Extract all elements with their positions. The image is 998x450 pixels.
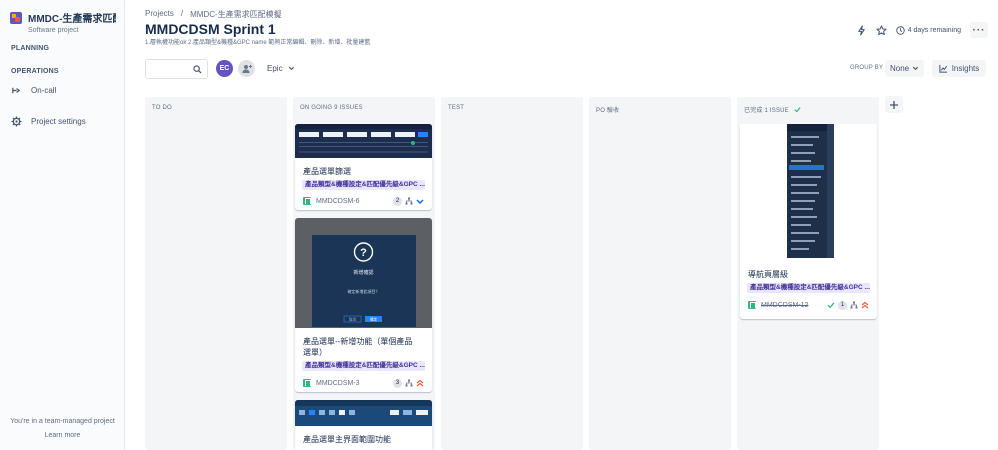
story-points: 1 xyxy=(838,300,847,310)
chevron-down-icon xyxy=(913,66,919,71)
learn-more-link[interactable]: Learn more xyxy=(0,432,125,439)
add-people-button[interactable] xyxy=(238,60,255,77)
project-logo-icon xyxy=(10,12,22,24)
card-title-line: 產品選單--新增功能（單個產品 xyxy=(303,337,413,346)
card-title: 產品選單主界面範圍功能 xyxy=(303,435,391,444)
project-type: Software project xyxy=(28,27,79,34)
column-title: TEST xyxy=(448,105,465,111)
story-icon xyxy=(303,379,311,387)
card-title: 產品選單--新增功能（單個產品 選單） xyxy=(303,336,412,358)
issue-card[interactable]: 產品選單主界面範圍功能 xyxy=(295,400,432,450)
story-points: 2 xyxy=(393,196,402,206)
svg-text:?: ? xyxy=(360,247,367,259)
on-call-icon xyxy=(12,87,21,93)
column-ongoing: ON GOING 9 ISSUES 產品選單篩選 產品類型&機種設定&匹配優先級… xyxy=(293,97,435,450)
sidebar-item-label: On-call xyxy=(31,85,57,95)
insights-label: Insights xyxy=(951,64,980,73)
epic-badge: 產品類型&機種設定&匹配優先級&GPC ... xyxy=(747,283,870,293)
story-points: 3 xyxy=(393,378,402,388)
breadcrumb-project[interactable]: MMDC-生產需求匹配模擬 xyxy=(190,9,282,20)
modal-title: 新增確認 xyxy=(353,269,373,276)
screenshot-thumbnail xyxy=(295,400,432,426)
insights-button[interactable]: Insights xyxy=(932,60,986,77)
group-by-label: GROUP BY xyxy=(850,65,884,71)
chart-line-icon xyxy=(939,64,947,73)
story-icon xyxy=(303,197,311,205)
modal-ok: 確定 xyxy=(370,317,378,322)
add-person-icon xyxy=(242,64,252,73)
clock-icon xyxy=(895,25,905,35)
priority-highest-icon xyxy=(416,379,424,387)
screenshot-thumbnail: ? 新增確認 確定新增此項目？ 取消 確定 xyxy=(295,218,432,328)
issue-key[interactable]: MMDCDSM-6 xyxy=(316,198,360,205)
plus-icon xyxy=(890,100,898,109)
issue-card[interactable]: 導航頁層級 產品類型&機種設定&匹配優先級&GPC ... MMDCDSM-12… xyxy=(740,124,877,319)
more-actions-button[interactable]: ··· xyxy=(970,22,988,38)
epic-filter-dropdown[interactable]: Epic xyxy=(262,61,300,76)
gear-icon xyxy=(11,115,22,127)
lightning-icon[interactable] xyxy=(856,24,867,36)
epic-badge: 產品類型&機種設定&匹配優先級&GPC ... xyxy=(302,361,425,371)
remaining-label: 4 days remaining xyxy=(907,26,961,34)
subtask-icon xyxy=(405,197,413,205)
column-todo: TO DO xyxy=(145,97,287,450)
card-title-line: 選單） xyxy=(303,348,327,357)
sprint-goal: 1.層執權功能ok 2.產品類型&機種&GPC name 範夠正常編輯、刪除、新… xyxy=(145,40,371,46)
column-test: TEST xyxy=(441,97,583,450)
time-remaining: 4 days remaining xyxy=(895,25,961,35)
card-footer: MMDCDSM-6 2 xyxy=(303,196,424,206)
screenshot-thumbnail xyxy=(295,124,432,158)
page-title: MMDCDSM Sprint 1 xyxy=(145,21,276,37)
modal-cancel: 取消 xyxy=(349,317,357,322)
sidebar-item-project-settings[interactable]: Project settings xyxy=(11,113,86,129)
sidebar-item-on-call[interactable]: On-call xyxy=(11,82,56,98)
check-icon xyxy=(794,107,801,113)
column-title: PO 驗收 xyxy=(596,108,620,114)
story-icon xyxy=(748,301,756,309)
group-by-value: None xyxy=(890,64,910,73)
epic-filter-label: Epic xyxy=(267,64,283,73)
check-icon xyxy=(827,302,835,309)
column-done: 已完成 1 ISSUE 導航頁層級 產品類型&機種設定&匹配優先級&GPC ..… xyxy=(737,97,879,450)
planning-heading[interactable]: PLANNING xyxy=(11,45,49,52)
epic-badge: 產品類型&機種設定&匹配優先級&GPC ... xyxy=(302,180,425,190)
column-po-acceptance: PO 驗收 xyxy=(589,97,731,450)
issue-key[interactable]: MMDCDSM-3 xyxy=(316,380,360,387)
avatar[interactable]: EC xyxy=(216,60,233,77)
sidebar-item-label: Project settings xyxy=(31,116,86,126)
card-title: 產品選單篩選 xyxy=(303,167,351,176)
column-title: 已完成 1 ISSUE xyxy=(744,108,789,114)
column-title: ON GOING 9 ISSUES xyxy=(300,105,363,111)
column-title: TO DO xyxy=(152,105,172,111)
breadcrumb: Projects / MMDC-生產需求匹配模擬 xyxy=(145,9,282,20)
search-input[interactable] xyxy=(145,59,208,79)
header-actions: 4 days remaining ··· xyxy=(856,22,988,38)
sidebar: MMDC-生產需求匹配模... Software project PLANNIN… xyxy=(0,0,125,450)
star-icon[interactable] xyxy=(876,24,887,36)
operations-heading: OPERATIONS xyxy=(11,68,59,75)
card-title: 導航頁層級 xyxy=(748,270,788,279)
priority-highest-icon xyxy=(861,301,869,309)
subtask-icon xyxy=(405,379,413,387)
project-header[interactable]: MMDC-生產需求匹配模... Software project xyxy=(10,10,122,36)
issue-key[interactable]: MMDCDSM-12 xyxy=(761,302,808,309)
screenshot-thumbnail xyxy=(740,124,877,262)
issue-card[interactable]: 產品選單篩選 產品類型&機種設定&匹配優先級&GPC ... MMDCDSM-6… xyxy=(295,124,432,210)
column-header: 已完成 1 ISSUE xyxy=(744,105,801,114)
add-column-button[interactable] xyxy=(885,96,903,113)
team-managed-note: You're in a team-managed project xyxy=(10,418,115,425)
chevron-down-icon xyxy=(288,66,294,71)
card-footer: MMDCDSM-3 3 xyxy=(303,378,424,388)
breadcrumb-projects[interactable]: Projects xyxy=(145,9,174,20)
subtask-icon xyxy=(850,301,858,309)
issue-card[interactable]: ? 新增確認 確定新增此項目？ 取消 確定 產品選單--新增功能（單個產品 選單… xyxy=(295,218,432,392)
group-by-dropdown[interactable]: None xyxy=(885,60,925,77)
card-footer: MMDCDSM-12 1 xyxy=(748,300,869,310)
project-name: MMDC-生產需求匹配模... xyxy=(28,14,116,25)
modal-text: 確定新增此項目？ xyxy=(348,288,380,294)
search-icon xyxy=(193,65,202,74)
breadcrumb-separator: / xyxy=(180,9,184,18)
priority-low-icon xyxy=(416,199,424,204)
